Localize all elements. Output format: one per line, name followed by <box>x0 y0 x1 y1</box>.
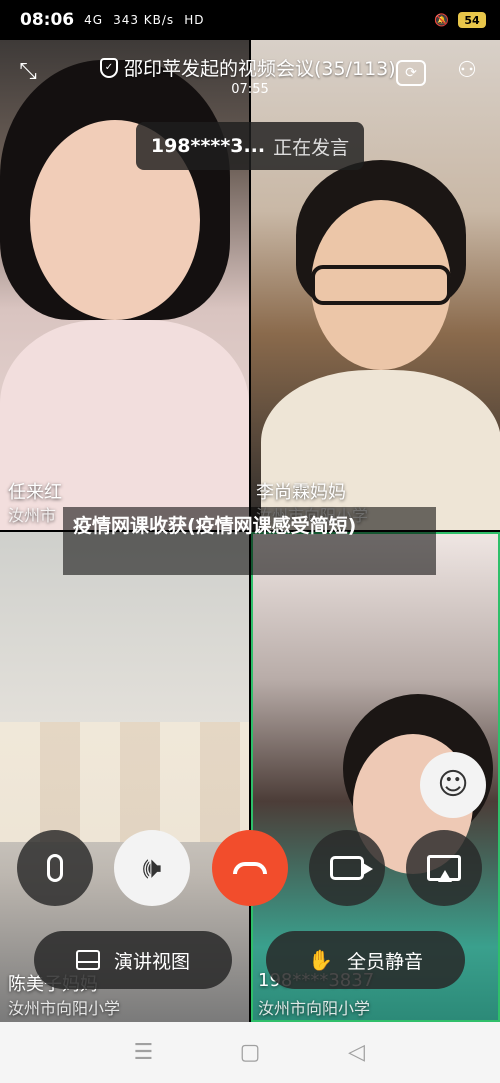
system-navigation-bar: ☰ ▢ ◁ <box>0 1022 500 1083</box>
article-title-overlay: 疫情网课收获(疫情网课感受简短) <box>63 507 436 575</box>
mute-all-icon: ✋ <box>308 948 333 972</box>
camera-switch-icon[interactable]: ⟳ <box>396 60 426 86</box>
screen-share-button[interactable] <box>406 830 482 906</box>
signal-indicator: 4G <box>84 13 104 27</box>
speech-view-button[interactable]: 演讲视图 <box>34 931 232 989</box>
mute-all-button[interactable]: ✋ 全员静音 <box>266 931 465 989</box>
status-time: 08:06 <box>20 10 75 30</box>
participant-school: 汝州市向阳小学 <box>258 999 371 1018</box>
hd-indicator: HD <box>184 13 205 27</box>
layout-icon <box>75 950 100 970</box>
battery-indicator: 54 <box>458 12 486 28</box>
speaker-button[interactable]: 🕪 <box>114 830 190 906</box>
video-tile-2[interactable] <box>251 40 500 530</box>
screen-share-icon <box>427 855 461 882</box>
back-nav-icon[interactable]: ◁ <box>342 1040 372 1065</box>
home-nav-icon[interactable]: ▢ <box>235 1040 265 1065</box>
meeting-title-row: ✓ 邵印苹发起的视频会议(35/113) <box>100 54 396 81</box>
menu-nav-icon[interactable]: ☰ <box>128 1040 158 1065</box>
meeting-title: 邵印苹发起的视频会议(35/113) <box>124 58 396 80</box>
members-icon[interactable]: ⚇ <box>452 56 482 86</box>
mute-status-icon: 🔕 <box>434 13 450 27</box>
mute-all-label: 全员静音 <box>346 950 423 973</box>
shield-icon: ✓ <box>100 57 118 78</box>
speaking-banner: 198****3... 正在发言 <box>136 122 364 170</box>
microphone-icon <box>47 854 63 882</box>
hang-up-icon <box>233 862 267 874</box>
video-camera-icon <box>330 856 373 880</box>
participant-school: 汝州市向阳小学 <box>8 999 121 1018</box>
meeting-header: ⤡ ✓ 邵印苹发起的视频会议(35/113) 07:55 ⟳ ⚇ <box>0 40 500 110</box>
microphone-button[interactable] <box>17 830 93 906</box>
speech-view-label: 演讲视图 <box>113 950 190 973</box>
speaker-icon: 🕪 <box>142 850 162 886</box>
speaking-status: 正在发言 <box>273 136 350 159</box>
beauty-filter-icon[interactable]: ☺ <box>420 752 486 818</box>
video-button[interactable] <box>309 830 385 906</box>
participant-name: 任来红 <box>8 482 62 503</box>
network-speed: 343 KB/s <box>113 13 175 27</box>
video-tile-1[interactable] <box>0 40 249 530</box>
participant-name: 李尚霖妈妈 <box>256 482 346 503</box>
wall-drawings <box>0 722 249 842</box>
meeting-timer: 07:55 <box>231 82 269 97</box>
speaker-number: 198****3... <box>150 135 266 157</box>
hang-up-button[interactable] <box>212 830 288 906</box>
participant-school: 汝州市 <box>8 506 57 525</box>
participant-glasses <box>311 265 451 305</box>
status-bar: 08:06 4G 343 KB/s HD 🔕 54 <box>0 0 500 40</box>
